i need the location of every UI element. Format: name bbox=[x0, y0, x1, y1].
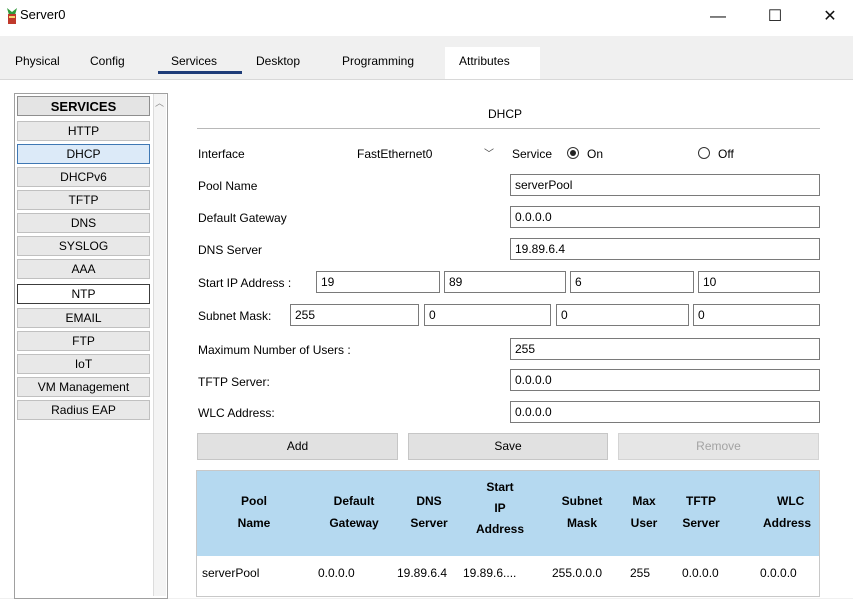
default-gateway-label: Default Gateway bbox=[198, 211, 287, 225]
close-button[interactable]: ✕ bbox=[807, 0, 853, 36]
subnet-mask-octet-2[interactable]: 0 bbox=[424, 304, 551, 326]
maximize-button[interactable]: ☐ bbox=[752, 0, 798, 36]
start-ip-octet-2[interactable]: 89 bbox=[444, 271, 566, 293]
minimize-button[interactable]: — bbox=[695, 0, 741, 36]
service-item-dns[interactable]: DNS bbox=[17, 213, 150, 233]
col-header-wlc-address: WLC Address bbox=[763, 494, 812, 530]
default-gateway-field[interactable]: 0.0.0.0 bbox=[510, 206, 820, 228]
table-cell-subnet-mask[interactable]: 255.0.0.0 bbox=[552, 566, 602, 580]
subnet-mask-octet-3[interactable]: 0 bbox=[556, 304, 689, 326]
service-off-label: Off bbox=[718, 147, 734, 161]
tab-physical[interactable]: Physical bbox=[15, 54, 60, 68]
max-users-field[interactable]: 255 bbox=[510, 338, 820, 360]
service-item-ntp[interactable]: NTP bbox=[17, 284, 150, 304]
table-cell-max-user[interactable]: 255 bbox=[630, 566, 650, 580]
service-item-http[interactable]: HTTP bbox=[17, 121, 150, 141]
col-header-default-gateway: Default Gateway bbox=[329, 494, 379, 530]
col-header-subnet-mask: Subnet Mask bbox=[561, 494, 603, 530]
interface-select-value: FastEthernet0 bbox=[357, 147, 433, 161]
service-off-radio[interactable] bbox=[698, 147, 710, 159]
scroll-up-arrow-icon[interactable]: ︿ bbox=[155, 96, 164, 109]
add-button[interactable]: Add bbox=[197, 433, 398, 460]
subnet-mask-octet-4[interactable]: 0 bbox=[693, 304, 820, 326]
tab-programming[interactable]: Programming bbox=[342, 54, 414, 68]
tab-services[interactable]: Services bbox=[171, 54, 217, 68]
service-on-label: On bbox=[587, 147, 604, 161]
max-users-label: Maximum Number of Users : bbox=[198, 343, 351, 357]
subnet-mask-octet-1[interactable]: 255 bbox=[290, 304, 419, 326]
table-cell-tftp-server[interactable]: 0.0.0.0 bbox=[682, 566, 719, 580]
save-button[interactable]: Save bbox=[408, 433, 608, 460]
service-item-dhcp[interactable]: DHCP bbox=[17, 144, 150, 164]
tftp-server-label: TFTP Server: bbox=[198, 375, 270, 389]
tftp-server-field[interactable]: 0.0.0.0 bbox=[510, 369, 820, 391]
service-item-email[interactable]: EMAIL bbox=[17, 308, 150, 328]
col-header-pool-name: Pool Name bbox=[237, 494, 271, 530]
table-cell-wlc-address[interactable]: 0.0.0.0 bbox=[760, 566, 797, 580]
pool-name-field[interactable]: serverPool bbox=[510, 174, 820, 196]
wlc-address-field[interactable]: 0.0.0.0 bbox=[510, 401, 820, 423]
tab-attributes[interactable]: Attributes bbox=[459, 54, 510, 68]
start-ip-octet-1[interactable]: 19 bbox=[316, 271, 440, 293]
server-app-icon bbox=[7, 8, 17, 24]
col-header-max-user: Max User bbox=[630, 494, 658, 530]
service-item-dhcpv6[interactable]: DHCPv6 bbox=[17, 167, 150, 187]
tab-config[interactable]: Config bbox=[90, 54, 125, 68]
tab-desktop[interactable]: Desktop bbox=[256, 54, 300, 68]
start-ip-octet-3[interactable]: 6 bbox=[570, 271, 694, 293]
tab-bar bbox=[0, 36, 853, 79]
service-item-radius-eap[interactable]: Radius EAP bbox=[17, 400, 150, 420]
service-label: Service bbox=[512, 147, 553, 161]
dhcp-title: DHCP bbox=[488, 107, 523, 121]
table-cell-default-gateway[interactable]: 0.0.0.0 bbox=[318, 566, 355, 580]
service-on-radio[interactable] bbox=[567, 147, 579, 159]
start-ip-octet-4[interactable]: 10 bbox=[698, 271, 820, 293]
start-ip-label: Start IP Address : bbox=[198, 276, 292, 290]
dns-server-field[interactable]: 19.89.6.4 bbox=[510, 238, 820, 260]
dns-server-label: DNS Server bbox=[198, 243, 263, 257]
radio-selected-dot bbox=[570, 150, 576, 156]
service-item-ftp[interactable]: FTP bbox=[17, 331, 150, 351]
table-cell-pool-name[interactable]: serverPool bbox=[202, 566, 259, 580]
col-header-dns-server: DNS Server bbox=[410, 494, 448, 530]
pool-name-label: Pool Name bbox=[198, 179, 258, 193]
dhcp-divider bbox=[197, 128, 820, 129]
interface-label: Interface bbox=[198, 147, 245, 161]
table-cell-start-ip[interactable]: 19.89.6.... bbox=[463, 566, 516, 580]
chevron-down-icon[interactable]: ﹀ bbox=[484, 145, 494, 160]
active-tab-indicator bbox=[158, 71, 242, 74]
service-item-iot[interactable]: IoT bbox=[17, 354, 150, 374]
col-header-tftp-server: TFTP Server bbox=[682, 494, 720, 530]
services-header: SERVICES bbox=[17, 96, 150, 116]
table-cell-dns-server[interactable]: 19.89.6.4 bbox=[397, 566, 447, 580]
wlc-address-label: WLC Address: bbox=[198, 406, 275, 420]
window-title: Server0 bbox=[20, 7, 66, 22]
services-scrollbar[interactable] bbox=[153, 94, 166, 596]
col-header-start-ip: Start IP Address bbox=[475, 480, 525, 536]
service-item-vm-management[interactable]: VM Management bbox=[17, 377, 150, 397]
remove-button[interactable]: Remove bbox=[618, 433, 819, 460]
title-bar: Server0 — ☐ ✕ bbox=[0, 0, 853, 36]
subnet-mask-label: Subnet Mask: bbox=[198, 309, 272, 323]
service-item-syslog[interactable]: SYSLOG bbox=[17, 236, 150, 256]
service-item-tftp[interactable]: TFTP bbox=[17, 190, 150, 210]
service-item-aaa[interactable]: AAA bbox=[17, 259, 150, 279]
